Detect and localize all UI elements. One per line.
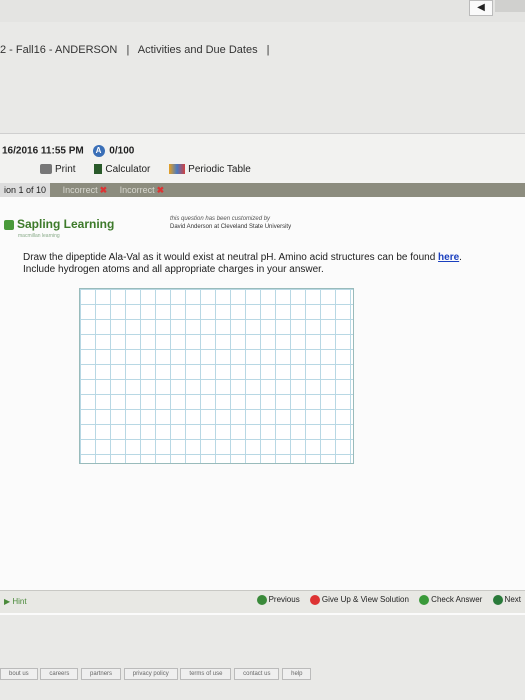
attempt-1[interactable]: Incorrect ✖ [63, 185, 108, 196]
footer-link[interactable]: terms of use [180, 668, 232, 680]
attempt-2[interactable]: Incorrect ✖ [120, 185, 165, 196]
due-date: 16/2016 11:55 PM [2, 145, 84, 157]
print-button[interactable]: Print [40, 164, 76, 175]
check-label: Check Answer [431, 595, 483, 605]
window-corner [495, 0, 525, 12]
footer-link[interactable]: help [282, 668, 312, 680]
calculator-icon [94, 164, 103, 175]
nav-buttons: Previous Give Up & View Solution Check A… [249, 595, 521, 605]
sapling-logo: Sapling Learning [4, 217, 114, 231]
score: 0/100 [109, 145, 135, 157]
hint-button[interactable]: ▶ Hint [4, 597, 27, 606]
customized-line1: this question has been customized by [170, 216, 271, 222]
course-breadcrumb: 2 - Fall16 - ANDERSON | Activities and D… [0, 44, 276, 56]
calculator-label: Calculator [105, 164, 151, 175]
footer-links: bout us careers partners privacy policy … [0, 668, 525, 684]
prompt-line2: Include hydrogen atoms and all appropria… [23, 264, 324, 275]
prompt-line1: Draw the dipeptide Ala-Val as it would e… [23, 252, 436, 263]
check-answer-button[interactable]: Check Answer [419, 595, 482, 605]
printer-icon [40, 164, 52, 175]
activities-link[interactable]: Activities and Due Dates [138, 44, 258, 56]
question-counter[interactable]: ion 1 of 10 [0, 183, 51, 197]
question-panel: Sapling Learning macmillan learning this… [0, 197, 525, 615]
back-arrow-icon[interactable]: ◀ [469, 0, 493, 16]
customized-line2: David Anderson at Cleveland State Univer… [170, 224, 292, 230]
periodic-table-button[interactable]: Periodic Table [169, 164, 251, 175]
footer-link[interactable]: careers [40, 668, 79, 680]
check-icon [419, 595, 430, 605]
give-up-icon [309, 595, 320, 605]
question-bottom-bar: ▶ Hint Previous Give Up & View Solution … [0, 590, 525, 613]
previous-button[interactable]: Previous [256, 595, 300, 605]
score-icon: A [92, 145, 105, 157]
question-prompt: Draw the dipeptide Ala-Val as it would e… [23, 252, 462, 275]
give-up-label: Give Up & View Solution [321, 595, 409, 605]
drawing-canvas[interactable] [79, 288, 354, 464]
browser-top-bar: ◀ [0, 0, 525, 22]
hint-label: Hint [12, 597, 27, 606]
separator: | [126, 44, 130, 56]
next-icon [492, 595, 503, 605]
calculator-button[interactable]: Calculator [94, 164, 150, 175]
logo-name: Sapling Learning [17, 217, 115, 231]
periodic-table-label: Periodic Table [188, 164, 251, 175]
next-label: Next [504, 595, 521, 605]
previous-label: Previous [268, 595, 300, 605]
incorrect-x-icon: ✖ [99, 185, 108, 195]
previous-icon [256, 595, 267, 605]
question-nav-strip: ion 1 of 10 Incorrect ✖ Incorrect ✖ [0, 183, 525, 197]
toolbar: Print Calculator Periodic Table [0, 164, 267, 175]
periodic-table-icon [169, 164, 186, 175]
footer-link[interactable]: partners [81, 668, 122, 680]
customized-note: this question has been customized by Dav… [170, 215, 291, 231]
amino-acid-link[interactable]: here [438, 252, 459, 263]
next-button[interactable]: Next [492, 595, 521, 605]
footer-link[interactable]: privacy policy [123, 668, 178, 680]
course-name[interactable]: 2 - Fall16 - ANDERSON [0, 44, 117, 56]
leaf-icon [4, 219, 14, 230]
print-label: Print [55, 164, 76, 175]
give-up-button[interactable]: Give Up & View Solution [309, 595, 409, 605]
attempt-label: Incorrect [62, 185, 98, 195]
logo-tagline: macmillan learning [18, 233, 60, 239]
footer-link[interactable]: bout us [0, 668, 38, 680]
due-date-score: 16/2016 11:55 PM A 0/100 [2, 145, 134, 157]
attempt-label: Incorrect [119, 185, 155, 195]
separator: | [266, 44, 270, 56]
incorrect-x-icon: ✖ [156, 185, 165, 195]
footer-link[interactable]: contact us [234, 668, 280, 680]
